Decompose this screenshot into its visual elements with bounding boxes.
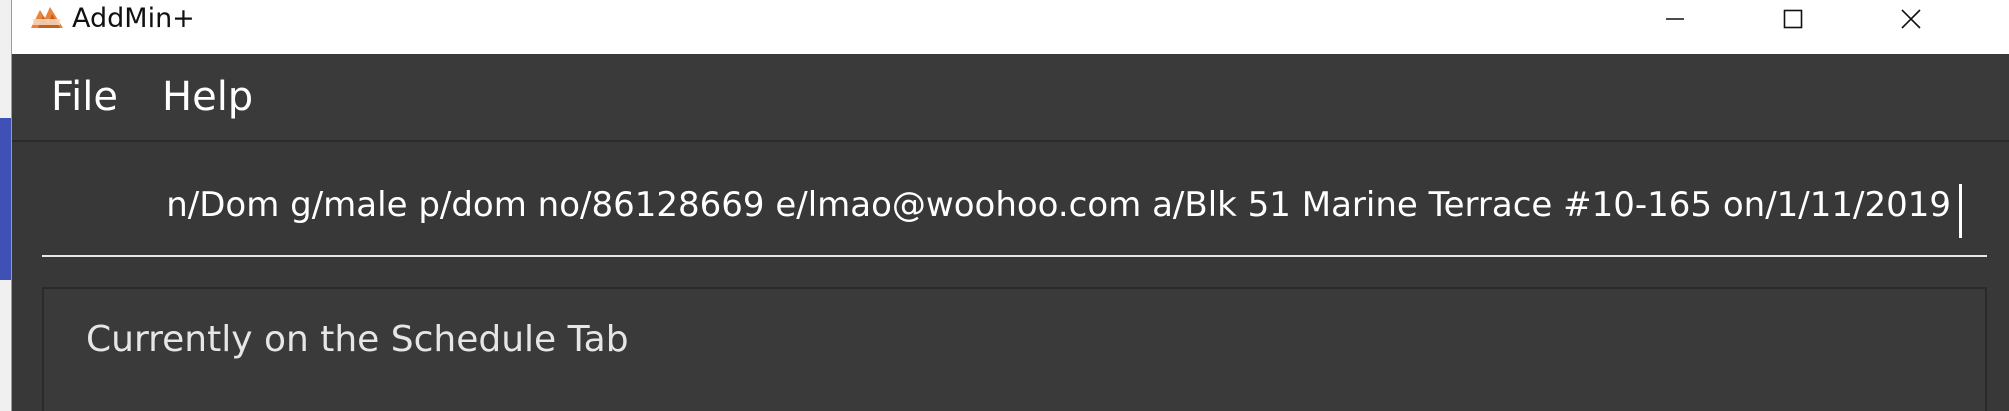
menu-file[interactable]: File xyxy=(51,72,118,122)
close-button[interactable] xyxy=(1852,0,1970,38)
menu-help[interactable]: Help xyxy=(162,72,253,122)
main-panel: n/Dom g/male p/dom no/86128669 e/lmao@wo… xyxy=(12,142,2009,411)
app-window: AddMin+ File Help n/Dom g/male p/dom no/… xyxy=(12,0,2009,411)
minimize-icon xyxy=(1666,18,1684,20)
text-caret xyxy=(1959,184,1962,238)
maximize-button[interactable] xyxy=(1734,0,1852,38)
screen: AddMin+ File Help n/Dom g/male p/dom no/… xyxy=(0,0,2009,411)
addmin-mountain-logo-icon xyxy=(31,7,63,28)
maximize-icon xyxy=(1783,9,1803,29)
result-display: Currently on the Schedule Tab xyxy=(42,287,1987,411)
command-input-text: n/Dom g/male p/dom no/86128669 e/lmao@wo… xyxy=(166,185,1951,225)
result-message: Currently on the Schedule Tab xyxy=(86,319,629,360)
window-title: AddMin+ xyxy=(72,3,195,34)
minimize-button[interactable] xyxy=(1616,0,1734,38)
command-input[interactable]: n/Dom g/male p/dom no/86128669 e/lmao@wo… xyxy=(42,162,1987,257)
title-bar[interactable]: AddMin+ xyxy=(12,0,2009,54)
close-icon xyxy=(1901,9,1921,29)
background-window-edge xyxy=(0,0,12,411)
menu-bar: File Help xyxy=(12,54,2009,142)
